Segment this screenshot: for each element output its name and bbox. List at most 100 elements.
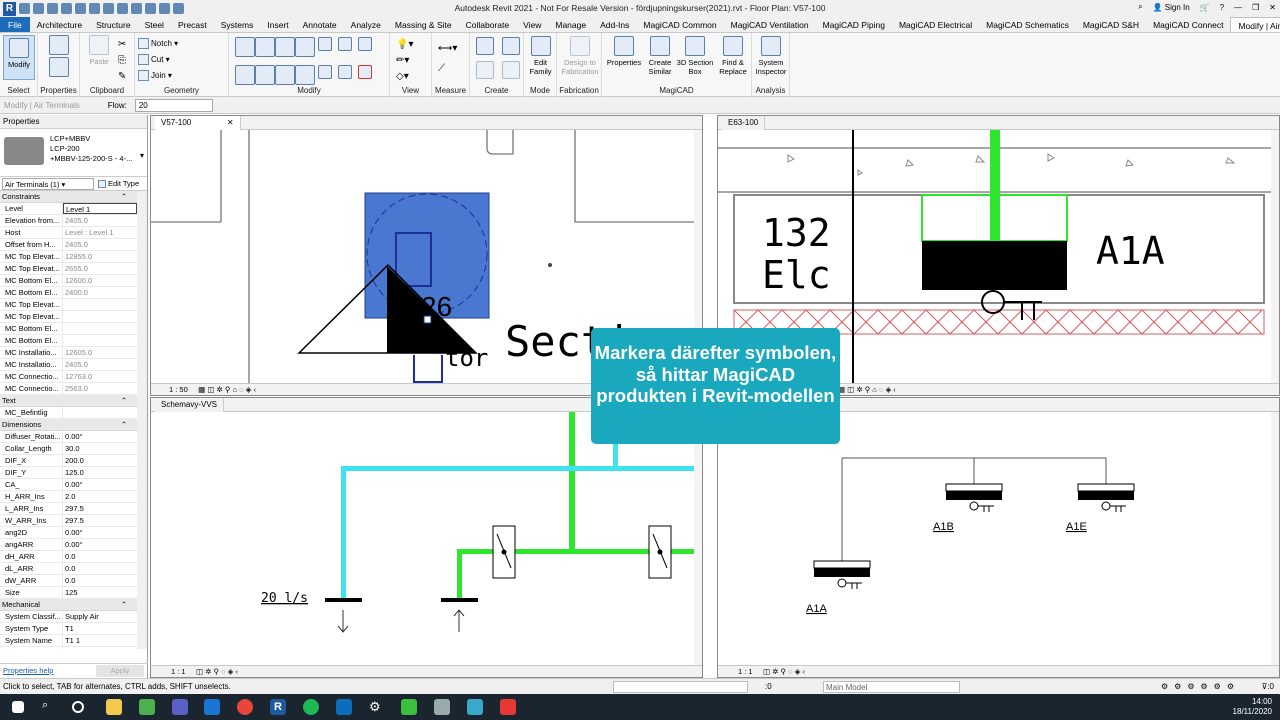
property-value[interactable]: 12855.0 [63,251,137,262]
offset-icon[interactable] [255,37,275,57]
windows-start-icon[interactable] [12,701,24,713]
edit-type-button[interactable]: Edit Type [98,179,139,188]
select-panel-label[interactable]: Select [0,86,37,95]
revit-taskbar-icon[interactable]: R [270,699,286,715]
camtasia-icon[interactable] [401,699,417,715]
section-text[interactable]: Text [0,395,137,407]
paste-button[interactable]: Paste [85,35,113,66]
property-value[interactable]: 2655.0 [63,263,137,274]
trim-icon[interactable] [338,37,352,51]
magicad-properties-button[interactable]: Properties [604,36,644,67]
selection-filter-icons[interactable]: ⚙⚙⚙⚙⚙⚙ [1161,679,1240,695]
property-value[interactable]: 12605.0 [63,347,137,358]
edit-family-button[interactable]: Edit Family [526,36,555,76]
tab-precast[interactable]: Precast [171,17,214,32]
cortana-icon[interactable] [72,701,84,713]
view3-controls[interactable]: 1 : 1 ◫ ✲ ⚲ ◌ ◈ ‹ [151,665,702,677]
outlook-icon[interactable] [204,699,220,715]
tab-modify-air-terminals[interactable]: Modify | Air Terminals [1230,17,1280,32]
properties-toggle-button[interactable] [47,57,71,79]
app-icon-5[interactable] [500,699,516,715]
sign-in[interactable]: 👤 Sign In [1153,3,1190,12]
modify-button[interactable]: Modify [3,35,35,80]
property-value[interactable]: 125 [63,587,137,598]
exhaust-terminal-symbol[interactable] [441,598,478,602]
chevron-down-icon[interactable]: ▾ [140,151,144,160]
property-value[interactable]: T1 [63,647,137,649]
property-value[interactable]: 2405.0 [63,215,137,226]
property-value[interactable]: T1 1 [63,635,137,646]
app-icon-2[interactable] [336,699,352,715]
design-option-dropdown[interactable]: Main Model [823,681,960,693]
type-selector[interactable]: LCP+MBBV LCP-200 +MBBV-125-200-S - 4-...… [0,129,147,177]
section-mechanical[interactable]: Mechanical [0,599,137,611]
tab-schemavy-vvs[interactable]: Schemavy-VVS [155,398,225,412]
property-value[interactable]: 30.0 [63,443,137,454]
section-constraints[interactable]: Constraints [0,191,137,203]
property-value[interactable]: 297.5 [63,503,137,514]
create-assembly-icon[interactable] [502,37,520,55]
pin-icon[interactable] [358,37,372,51]
system-inspector-button[interactable]: System Inspector [752,36,790,76]
properties-help-link[interactable]: Properties help [0,666,53,675]
supply-duct[interactable] [990,130,1000,242]
tab-magicad-ventilation[interactable]: MagiCAD Ventilation [724,17,816,32]
system-clock[interactable]: 14:00 18/11/2020 [1233,697,1272,717]
type-properties-button[interactable] [47,35,71,57]
instance-filter-dropdown[interactable]: Air Terminals (1) ▾ [2,177,94,190]
cart-icon[interactable]: 🛒 [1200,3,1210,12]
tab-architecture[interactable]: Architecture [30,17,89,32]
clipboard-small-icons[interactable]: ✂ ⎘ ✎ [118,37,126,85]
mirror-axis-icon[interactable] [275,37,295,57]
property-value[interactable]: Level : Level 1 [63,227,137,238]
create-group-icon[interactable] [476,37,494,55]
property-value[interactable]: 200.0 [63,455,137,466]
align-icon[interactable] [235,37,255,57]
app-icon-4[interactable] [467,699,483,715]
property-value[interactable] [63,407,137,418]
property-value[interactable]: 125.0 [63,467,137,478]
terminal-a1a-schematic[interactable] [814,568,870,577]
terminal-a1e[interactable] [1078,491,1134,500]
delete-icon[interactable] [358,65,372,79]
property-value[interactable]: 12600.0 [63,275,137,286]
create-similar-button[interactable]: Create Similar [643,36,677,76]
tab-insert[interactable]: Insert [260,17,295,32]
filter-icon[interactable]: ⊽:0 [1261,679,1274,695]
view-tools-icon[interactable]: 💡▾ ✏▾ ◇▾ [396,37,413,85]
apply-button[interactable]: Apply [96,665,144,677]
search-icon[interactable]: ⌕ [42,699,58,715]
tab-magicad-s-h[interactable]: MagiCAD S&H [1076,17,1146,32]
property-value[interactable] [63,299,137,310]
find-replace-button[interactable]: Find & Replace [714,36,752,76]
property-value[interactable]: 0.0 [63,575,137,586]
flow-input[interactable]: 20 [134,98,213,112]
property-value[interactable]: 2.0 [63,491,137,502]
property-value[interactable]: 0.00° [63,479,137,490]
settings-icon[interactable]: ⚙ [369,699,385,715]
section-dimensions[interactable]: Dimensions [0,419,137,431]
property-value[interactable] [63,323,137,334]
tab-massing-site[interactable]: Massing & Site [388,17,459,32]
design-to-fabrication-button[interactable]: Design to Fabrication [559,36,601,76]
section-box-button[interactable]: 3D Section Box [675,36,715,76]
property-value[interactable]: 0.00° [63,539,137,550]
terminal-a1b[interactable] [946,491,1002,500]
maximize-icon[interactable]: ❐ [1252,3,1259,12]
measure-tools-icon[interactable]: ⟷▾ ⟋ [438,39,457,79]
search-icon[interactable]: ⌕ [1138,2,1142,12]
tab-e63-100[interactable]: E63-100 [722,116,766,130]
tab-magicad-common[interactable]: MagiCAD Common [636,17,723,32]
property-value[interactable]: Level 1 [63,203,137,214]
property-value[interactable]: 0.0 [63,551,137,562]
view4-controls[interactable]: 1 : 1 ◫ ✲ ⚲ ◌ ◈ ‹ [718,665,1279,677]
property-value[interactable] [63,311,137,322]
join-button[interactable]: Join ▾ [138,68,178,84]
help-icon[interactable]: ? [1220,3,1224,12]
property-value[interactable]: Supply Air [63,611,137,622]
property-value[interactable]: 2405.0 [63,239,137,250]
property-value[interactable]: 2400.0 [63,287,137,298]
property-value[interactable]: 12763.0 [63,371,137,382]
file-explorer-icon[interactable] [106,699,122,715]
property-value[interactable]: 2563.0 [63,383,137,394]
